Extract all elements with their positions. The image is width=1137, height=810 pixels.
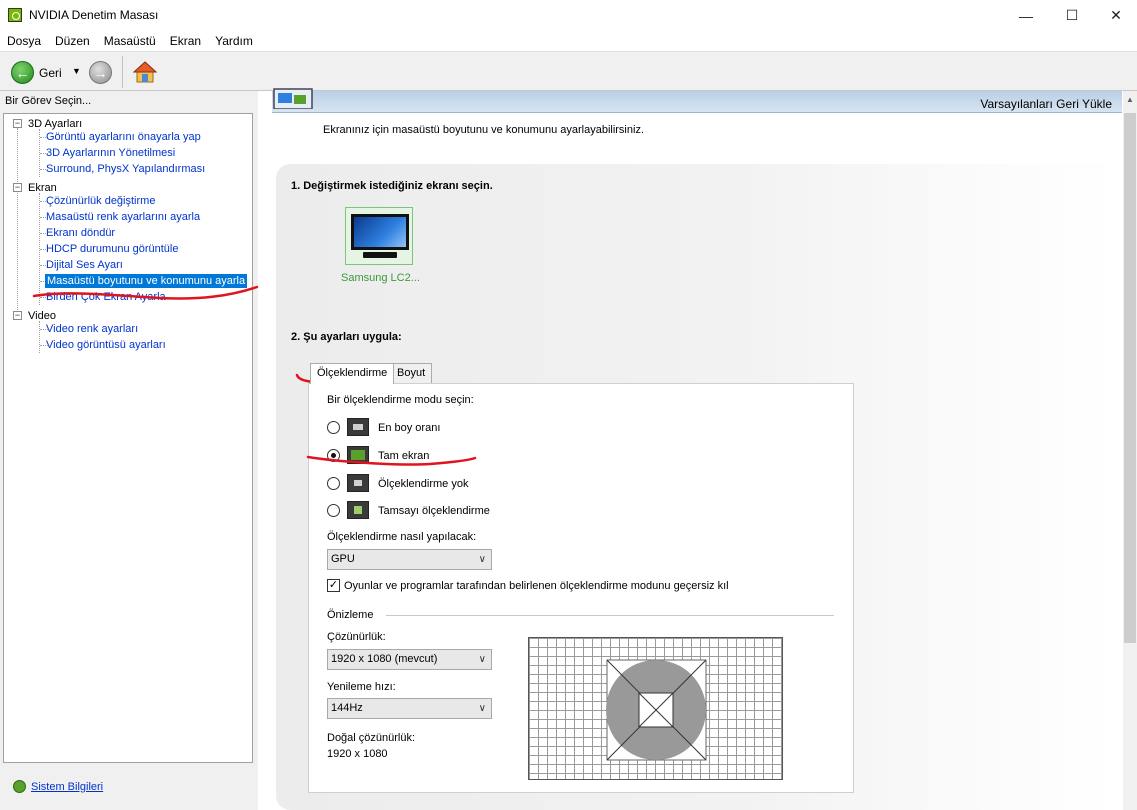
perform-scaling-on-label: Ölçeklendirme nasıl yapılacak: <box>327 531 477 543</box>
forward-arrow-icon[interactable]: → <box>89 61 112 84</box>
menu-bar: Dosya Düzen Masaüstü Ekran Yardım <box>0 31 1137 51</box>
preview-group-divider <box>386 615 834 616</box>
no-scaling-icon <box>347 474 369 492</box>
tree-item-hdcp-status[interactable]: HDCP durumunu görüntüle <box>46 242 178 256</box>
menu-file[interactable]: Dosya <box>7 31 41 51</box>
display-selector[interactable] <box>345 207 413 265</box>
display-name[interactable]: Samsung LC2... <box>341 272 420 284</box>
back-history-dropdown-icon[interactable]: ▼ <box>72 66 81 76</box>
collapse-3d-settings-icon[interactable]: − <box>13 119 22 128</box>
settings-panel: 1. Değiştirmek istediğiniz ekranı seçin.… <box>276 164 1116 810</box>
tree-item-video-image[interactable]: Video görüntüsü ayarları <box>46 338 166 352</box>
system-info-icon <box>13 780 26 793</box>
tree-item-change-resolution[interactable]: Çözünürlük değiştirme <box>46 194 155 208</box>
minimize-button[interactable]: — <box>1003 0 1049 31</box>
toolbar: ← Geri ▼ → <box>0 51 1137 91</box>
tree-group-video[interactable]: Video <box>28 309 56 323</box>
desktop-size-page-icon <box>273 88 313 109</box>
task-tree[interactable]: − 3D Ayarları Görüntü ayarlarını önayarl… <box>3 113 253 763</box>
tree-item-desktop-color[interactable]: Masaüstü renk ayarlarını ayarla <box>46 210 200 224</box>
restore-defaults-link[interactable]: Varsayılanları Geri Yükle <box>980 97 1112 111</box>
monitor-stand <box>363 252 397 258</box>
preview-group-label: Önizleme <box>327 609 374 621</box>
no-scaling-label[interactable]: Ölçeklendirme yok <box>378 478 468 490</box>
tab-size[interactable]: Boyut <box>390 363 433 383</box>
scroll-up-arrow-icon[interactable]: ▲ <box>1123 95 1137 109</box>
page-banner: Varsayılanları Geri Yükle <box>272 88 1122 113</box>
monitor-icon <box>351 214 409 250</box>
tree-item-surround-physx[interactable]: Surround, PhysX Yapılandırması <box>46 162 205 176</box>
tree-group-display[interactable]: Ekran <box>28 181 57 195</box>
content-area: Varsayılanları Geri Yükle ▲ Ekranınız iç… <box>258 88 1137 810</box>
tab-scaling[interactable]: Ölçeklendirme <box>310 363 395 384</box>
menu-desktop[interactable]: Masaüstü <box>104 31 156 51</box>
scaling-mode-label: Bir ölçeklendirme modu seçin: <box>327 394 474 406</box>
page-description: Ekranınız için masaüstü boyutunu ve konu… <box>323 124 644 136</box>
refresh-rate-value: 144Hz <box>331 702 363 714</box>
chevron-down-icon: ∨ <box>478 654 486 665</box>
preview-test-pattern <box>606 659 707 761</box>
tree-item-rotate-display[interactable]: Ekranı döndür <box>46 226 115 240</box>
maximize-button[interactable]: ☐ <box>1049 0 1095 31</box>
full-screen-label[interactable]: Tam ekran <box>378 450 429 462</box>
tree-item-image-settings-preview[interactable]: Görüntü ayarlarını önayarla yap <box>46 130 201 144</box>
back-arrow-icon[interactable]: ← <box>11 61 34 84</box>
native-resolution-label: Doğal çözünürlük: <box>327 732 416 744</box>
vertical-scrollbar[interactable]: ▲ <box>1123 91 1137 810</box>
menu-display[interactable]: Ekran <box>170 31 201 51</box>
sidebar-header: Bir Görev Seçin... <box>5 95 92 107</box>
step1-heading: 1. Değiştirmek istediğiniz ekranı seçin. <box>291 180 493 192</box>
radio-no-scaling[interactable] <box>327 477 340 490</box>
aspect-ratio-label[interactable]: En boy oranı <box>378 422 440 434</box>
system-info-link[interactable]: Sistem Bilgileri <box>31 781 103 793</box>
resolution-value: 1920 x 1080 (mevcut) <box>331 653 438 665</box>
menu-edit[interactable]: Düzen <box>55 31 90 51</box>
radio-aspect-ratio[interactable] <box>327 421 340 434</box>
radio-full-screen[interactable] <box>327 449 340 462</box>
step2-heading: 2. Şu ayarları uygula: <box>291 331 402 343</box>
system-info[interactable]: Sistem Bilgileri <box>13 780 103 793</box>
nvidia-logo-icon <box>8 8 22 22</box>
chevron-down-icon: ∨ <box>478 703 486 714</box>
back-button-label[interactable]: Geri <box>39 66 62 80</box>
integer-scaling-icon <box>347 501 369 519</box>
perform-scaling-on-select[interactable]: GPU ∨ <box>327 549 492 570</box>
home-icon[interactable] <box>133 60 157 84</box>
radio-integer-scaling[interactable] <box>327 504 340 517</box>
override-scaling-checkbox[interactable]: ✓ <box>327 579 340 592</box>
collapse-display-icon[interactable]: − <box>13 183 22 192</box>
close-button[interactable]: ✕ <box>1093 0 1137 31</box>
scaling-tab-page: Bir ölçeklendirme modu seçin: En boy ora… <box>308 383 854 793</box>
native-resolution-value: 1920 x 1080 <box>327 748 388 760</box>
override-scaling-label[interactable]: Oyunlar ve programlar tarafından belirle… <box>344 580 729 592</box>
collapse-video-icon[interactable]: − <box>13 311 22 320</box>
refresh-rate-label: Yenileme hızı: <box>327 681 396 693</box>
scroll-thumb[interactable] <box>1124 113 1136 643</box>
refresh-rate-select[interactable]: 144Hz ∨ <box>327 698 492 719</box>
tree-item-digital-audio[interactable]: Dijital Ses Ayarı <box>46 258 123 272</box>
integer-scaling-label[interactable]: Tamsayı ölçeklendirme <box>378 505 490 517</box>
toolbar-separator <box>122 56 123 88</box>
window-title: NVIDIA Denetim Masası <box>29 8 159 22</box>
tree-item-manage-3d-settings[interactable]: 3D Ayarlarının Yönetilmesi <box>46 146 175 160</box>
scaling-preview <box>528 637 783 780</box>
chevron-down-icon: ∨ <box>478 554 486 565</box>
title-bar: NVIDIA Denetim Masası — ☐ ✕ <box>0 0 1137 31</box>
tree-item-multiple-displays[interactable]: Birden Çok Ekran Ayarla <box>46 290 166 304</box>
full-screen-icon <box>347 446 369 464</box>
aspect-ratio-icon <box>347 418 369 436</box>
resolution-label: Çözünürlük: <box>327 631 386 643</box>
tree-item-video-color[interactable]: Video renk ayarları <box>46 322 138 336</box>
task-sidebar: Bir Görev Seçin... − 3D Ayarları Görüntü… <box>0 91 258 810</box>
menu-help[interactable]: Yardım <box>215 31 253 51</box>
resolution-select[interactable]: 1920 x 1080 (mevcut) ∨ <box>327 649 492 670</box>
perform-scaling-on-value: GPU <box>331 553 355 565</box>
tree-item-desktop-size-position[interactable]: Masaüstü boyutunu ve konumunu ayarla <box>45 274 248 288</box>
tree-group-3d-settings[interactable]: 3D Ayarları <box>28 117 82 131</box>
